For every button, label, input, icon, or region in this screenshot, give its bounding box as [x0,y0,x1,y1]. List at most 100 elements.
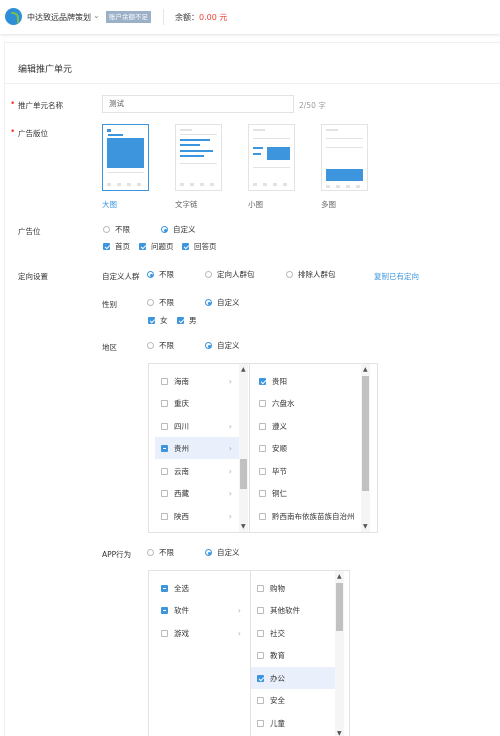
province-item[interactable]: 海南 › [155,370,240,392]
app-sub-item[interactable]: 教育 [251,644,335,666]
radio-checked-icon [205,299,212,306]
app-sub-item[interactable]: 社交 [251,622,335,644]
province-name: 贵州 [174,443,189,453]
chevron-right-icon: › [228,511,232,521]
city-item[interactable]: 毕节 [253,460,363,482]
account-name[interactable]: 中达致远品牌策划 [27,12,91,23]
chevron-right-icon: › [237,605,241,615]
position-question-checkbox[interactable]: 问题页 [139,241,174,252]
chevron-right-icon: › [228,466,232,476]
scroll-thumb[interactable] [362,376,369,491]
radio-label: 不限 [159,341,174,350]
province-scrollbar[interactable]: ▲ ▼ [239,364,248,532]
position-custom-radio[interactable]: 自定义 [161,224,196,235]
city-name: 黔西南布依族苗族自治州 [272,511,355,521]
province-name: 四川 [174,421,189,431]
unit-name-label: 推广单元名称 [10,99,63,111]
slot-name[interactable]: 小图 [248,199,263,210]
gender-female-checkbox[interactable]: 女 [148,315,168,326]
brand-logo-icon [5,8,22,25]
app-custom-radio[interactable]: 自定义 [205,547,240,558]
scroll-up-icon[interactable]: ▲ [241,366,246,373]
province-item[interactable]: 西藏 › [155,482,240,504]
scroll-thumb[interactable] [240,459,247,489]
chevron-down-icon[interactable]: ⌄ [93,11,100,20]
app-sub-item[interactable]: 办公 [251,667,335,689]
radio-icon [147,342,154,349]
app-sub-item[interactable]: 其他软件 [251,599,335,621]
province-item[interactable]: 四川 › [155,415,240,437]
gender-label: 性别 [102,300,117,309]
copy-targeting-link[interactable]: 复制已有定向 [374,271,419,282]
province-name: 海南 [174,376,189,386]
app-scrollbar[interactable]: ▲ ▼ [335,571,344,736]
city-item[interactable]: 六盘水 [253,392,363,414]
checkbox-icon [257,651,264,659]
gender-male-checkbox[interactable]: 男 [177,315,197,326]
crowd-exclude-radio[interactable]: 排除人群包 [286,269,336,280]
city-item[interactable]: 铜仁 [253,482,363,504]
checkbox-checked-icon [148,317,155,324]
scroll-thumb[interactable] [336,583,343,631]
gender-custom-radio[interactable]: 自定义 [205,297,240,308]
unit-name-input[interactable]: 测试 [102,95,294,113]
region-unlimited-radio[interactable]: 不限 [147,340,174,351]
checkbox-icon [161,422,168,430]
scroll-up-icon[interactable]: ▲ [363,366,368,373]
radio-checked-icon [205,549,212,556]
app-sub-item[interactable]: 儿童 [251,712,335,734]
app-sub-item[interactable]: 购物 [251,577,335,599]
province-item[interactable]: 重庆 [155,392,240,414]
city-scrollbar[interactable]: ▲ ▼ [361,364,370,532]
app-sub-item[interactable]: 安全 [251,689,335,711]
checkbox-icon [161,629,168,637]
gender-unlimited-radio[interactable]: 不限 [147,297,174,308]
position-answer-checkbox[interactable]: 回答页 [182,241,217,252]
char-count: 2/50 字 [299,101,326,110]
province-name: 西藏 [174,488,189,498]
ad-position-label: 广告位 [18,227,41,236]
app-unlimited-radio[interactable]: 不限 [147,547,174,558]
province-name: 陕西 [174,511,189,521]
position-home-checkbox[interactable]: 首页 [103,241,130,252]
app-category-item[interactable]: 软件 › [155,599,249,621]
slot-text-link[interactable] [175,124,222,191]
city-item[interactable]: 黔西南布依族苗族自治州 [253,505,363,527]
crowd-include-radio[interactable]: 定向人群包 [205,269,255,280]
city-name: 铜仁 [272,488,287,498]
city-item[interactable]: 贵阳 [253,370,363,392]
city-item[interactable]: 遵义 [253,415,363,437]
checkbox-partial-icon [161,584,168,592]
radio-label: 自定义 [217,548,240,557]
city-item[interactable]: 安顺 [253,437,363,459]
crowd-label: 自定义人群 [102,272,140,281]
scroll-up-icon[interactable]: ▲ [337,573,342,580]
province-item[interactable]: 云南 › [155,460,240,482]
province-item[interactable]: 陕西 › [155,505,240,527]
crowd-unlimited-radio[interactable]: 不限 [147,269,174,280]
slot-name[interactable]: 文字链 [175,199,198,210]
scroll-down-icon[interactable]: ▼ [241,523,246,530]
app-selector: 全选 软件 › 游戏 › 购物 其他软件 社交 教育 办公 安全 儿童 ▲ ▼ [148,570,350,736]
position-unlimited-radio[interactable]: 不限 [103,224,130,235]
chevron-right-icon: › [237,628,241,638]
sub-name: 安全 [270,695,285,705]
region-custom-radio[interactable]: 自定义 [205,340,240,351]
slot-large-image[interactable] [102,124,149,191]
app-category-item[interactable]: 游戏 › [155,622,249,644]
slot-name[interactable]: 多图 [321,199,336,210]
checkbox-label: 首页 [115,242,130,251]
app-category-item[interactable]: 全选 [155,577,249,599]
city-name: 毕节 [272,466,287,476]
checkbox-icon [161,467,168,475]
page-title: 编辑推广单元 [18,65,73,75]
slot-name[interactable]: 大图 [102,199,117,210]
scroll-down-icon[interactable]: ▼ [363,523,368,530]
radio-checked-icon [147,271,154,278]
scroll-down-icon[interactable]: ▼ [337,730,342,736]
checkbox-partial-icon [161,444,168,452]
province-item[interactable]: 贵州 › [155,437,240,459]
sub-name: 购物 [270,583,285,593]
slot-small-image[interactable] [248,124,295,191]
slot-multi-image[interactable] [321,124,368,191]
